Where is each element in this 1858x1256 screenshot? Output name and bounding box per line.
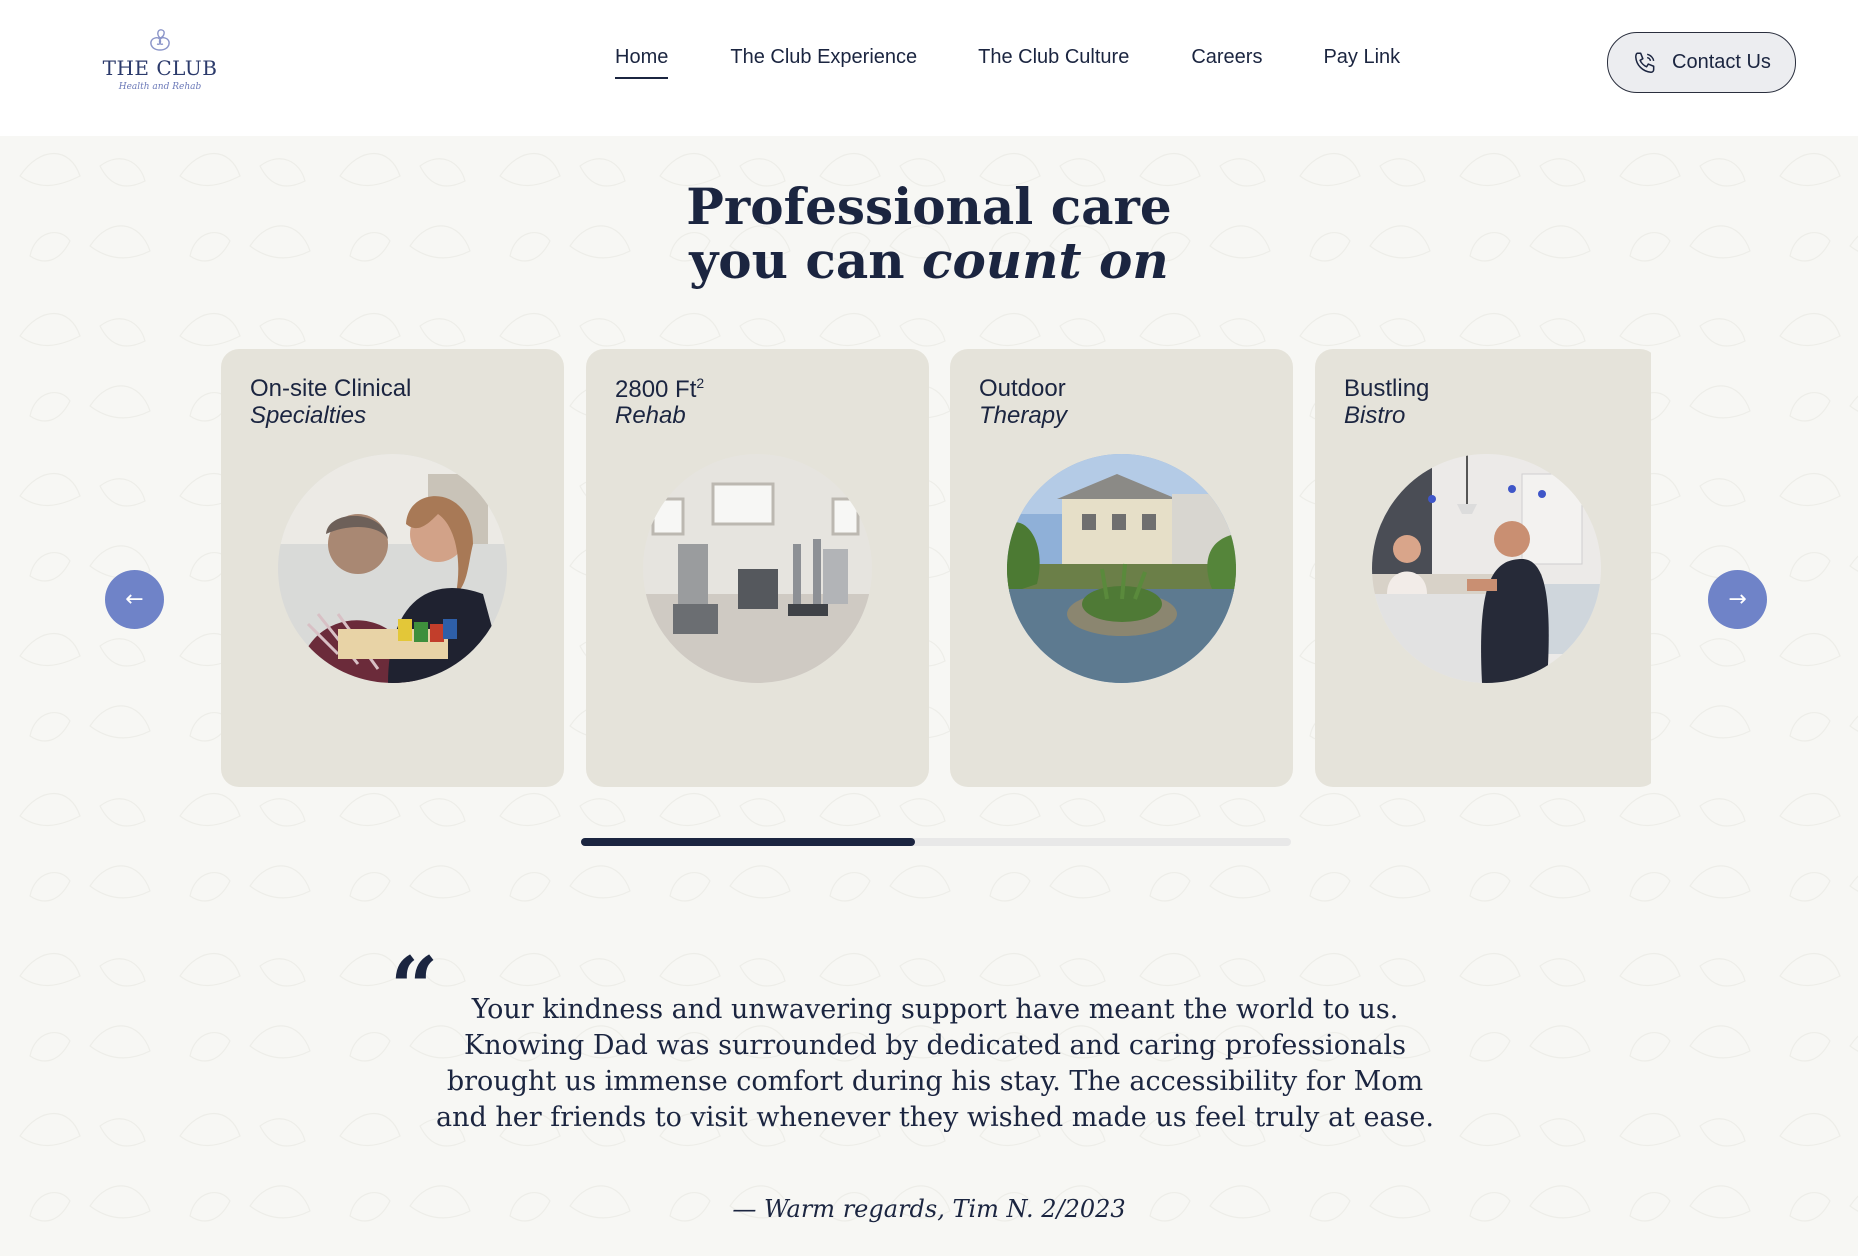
carousel-prev-button[interactable]: ← <box>105 570 164 629</box>
card-outdoor-therapy[interactable]: Outdoor Therapy <box>950 349 1293 787</box>
headline-line-2-prefix: you can <box>689 231 923 290</box>
bistro-counter-photo <box>1372 454 1601 683</box>
card-title: Bustling <box>1344 375 1430 402</box>
carousel-next-button[interactable]: → <box>1708 570 1767 629</box>
card-subtitle: Therapy <box>979 402 1068 429</box>
feature-carousel: On-site Clinical Specialties 2800 Ft2 Re… <box>221 349 1651 789</box>
card-subtitle: Specialties <box>250 402 367 429</box>
main-nav: Home The Club Experience The Club Cultur… <box>615 46 1400 79</box>
phone-icon <box>1635 51 1655 73</box>
site-header: THE CLUB Health and Rehab Home The Club … <box>0 0 1858 136</box>
rehab-gym-photo <box>643 454 872 683</box>
testimonial-attribution: — Warm regards, Tim N. 2/2023 <box>732 1195 1126 1223</box>
card-title-superscript: 2 <box>696 375 705 391</box>
carousel-progress-bar[interactable] <box>581 838 1291 846</box>
carousel-progress-fill <box>581 838 915 846</box>
card-title-text: 2800 Ft <box>615 376 697 403</box>
card-title: Outdoor <box>979 375 1066 402</box>
club-logo[interactable]: THE CLUB Health and Rehab <box>100 28 220 108</box>
courtyard-pond-photo <box>1007 454 1236 683</box>
nav-club-experience[interactable]: The Club Experience <box>730 46 917 79</box>
card-bistro[interactable]: Bustling Bistro <box>1315 349 1651 787</box>
logo-swirl-icon <box>150 29 170 51</box>
contact-us-label: Contact Us <box>1672 51 1771 73</box>
nav-pay-link[interactable]: Pay Link <box>1323 46 1400 79</box>
headline-emphasis: count on <box>922 231 1169 290</box>
headline-line-1: Professional care <box>686 177 1172 236</box>
caregiver-with-resident-photo <box>278 454 507 683</box>
card-rehab[interactable]: 2800 Ft2 Rehab <box>586 349 929 787</box>
arrow-right-icon: → <box>1728 587 1747 612</box>
nav-careers[interactable]: Careers <box>1191 46 1262 79</box>
nav-club-culture[interactable]: The Club Culture <box>978 46 1129 79</box>
card-clinical-specialties[interactable]: On-site Clinical Specialties <box>221 349 564 787</box>
card-subtitle: Bistro <box>1344 402 1406 429</box>
arrow-left-icon: ← <box>125 587 144 612</box>
card-title: On-site Clinical <box>250 375 412 402</box>
hero-headline: Professional care you can count on <box>0 180 1858 288</box>
testimonial-quote: Your kindness and unwavering support hav… <box>436 994 1434 1133</box>
card-title: 2800 Ft2 <box>615 375 704 404</box>
nav-home[interactable]: Home <box>615 46 669 79</box>
logo-tagline: Health and Rehab <box>118 82 202 92</box>
logo-wordmark: THE CLUB <box>102 56 218 80</box>
contact-us-button[interactable]: Contact Us <box>1607 32 1796 93</box>
card-subtitle: Rehab <box>615 402 686 429</box>
